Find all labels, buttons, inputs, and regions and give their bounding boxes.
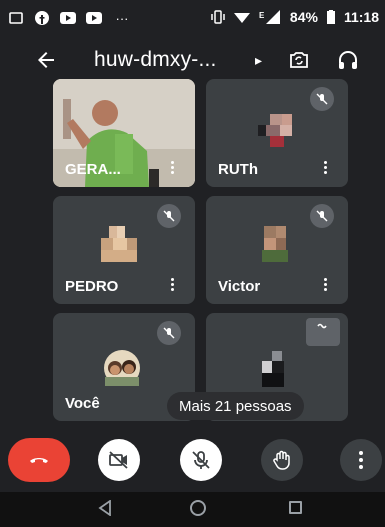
more-notifications-icon: ··· xyxy=(115,10,129,26)
cast-icon xyxy=(8,10,24,26)
meeting-header: huw-dmxy-... ▸ xyxy=(0,40,385,80)
status-notifications: ··· xyxy=(8,10,132,26)
participant-name: GERA... xyxy=(65,161,121,178)
camera-off-icon xyxy=(109,451,128,469)
tile-more-icon[interactable] xyxy=(322,276,328,296)
more-participants-pill[interactable]: Mais 21 pessoas xyxy=(167,392,304,420)
caret-right-icon[interactable]: ▸ xyxy=(255,52,262,69)
participant-avatar xyxy=(262,351,292,396)
nav-recents-icon[interactable] xyxy=(289,501,302,514)
more-options-button[interactable] xyxy=(340,439,382,481)
end-call-button[interactable] xyxy=(8,438,70,482)
youtube-icon xyxy=(86,10,102,26)
nav-home-icon[interactable] xyxy=(190,500,206,516)
participant-name: RUTh xyxy=(218,161,258,178)
back-arrow-icon[interactable] xyxy=(34,48,58,72)
facebook-icon xyxy=(34,10,50,26)
participant-tile[interactable]: GERA... xyxy=(53,79,195,187)
status-bar: ··· E 84% 11:18 xyxy=(0,0,385,40)
tile-more-icon[interactable] xyxy=(169,276,175,296)
participant-tile[interactable]: RUTh xyxy=(206,79,348,187)
svg-text:E: E xyxy=(259,11,265,20)
participant-name: PEDRO xyxy=(65,278,119,295)
battery-icon xyxy=(326,10,335,24)
headset-icon[interactable] xyxy=(336,48,360,72)
more-vert-icon xyxy=(359,451,363,469)
mic-off-icon xyxy=(157,321,181,345)
mic-off-icon xyxy=(192,451,210,469)
participant-name: Você xyxy=(65,395,100,412)
meeting-code[interactable]: huw-dmxy-... xyxy=(94,48,217,72)
mic-off-icon xyxy=(310,204,334,228)
camera-toggle-button[interactable] xyxy=(98,439,140,481)
participant-tile[interactable]: PEDRO xyxy=(53,196,195,304)
battery-percent: 84% xyxy=(289,9,318,25)
mic-off-icon xyxy=(157,204,181,228)
signal-icon: E xyxy=(259,10,281,24)
speaking-indicator-icon xyxy=(306,318,340,351)
nav-back-icon[interactable] xyxy=(98,499,112,517)
participant-name: Victor xyxy=(218,278,261,295)
raise-hand-button[interactable] xyxy=(261,439,303,481)
participant-tile[interactable]: Victor xyxy=(206,196,348,304)
raise-hand-icon xyxy=(273,450,290,470)
system-nav-bar xyxy=(0,492,385,527)
participant-avatar xyxy=(97,226,139,267)
tile-more-icon[interactable] xyxy=(169,159,175,179)
switch-camera-icon[interactable] xyxy=(287,48,311,72)
tile-more-icon[interactable] xyxy=(322,159,328,179)
phone-hangup-icon xyxy=(30,458,48,463)
call-controls xyxy=(0,436,385,486)
wifi-icon xyxy=(233,10,250,24)
status-system: E 84% 11:18 xyxy=(211,9,379,25)
youtube-icon xyxy=(60,10,76,26)
mic-toggle-button[interactable] xyxy=(180,439,222,481)
clock: 11:18 xyxy=(343,9,379,25)
mic-off-icon xyxy=(310,87,334,111)
participant-avatar xyxy=(99,349,145,392)
vibrate-icon xyxy=(211,10,225,24)
participant-avatar xyxy=(258,226,292,269)
participant-avatar xyxy=(254,114,294,153)
